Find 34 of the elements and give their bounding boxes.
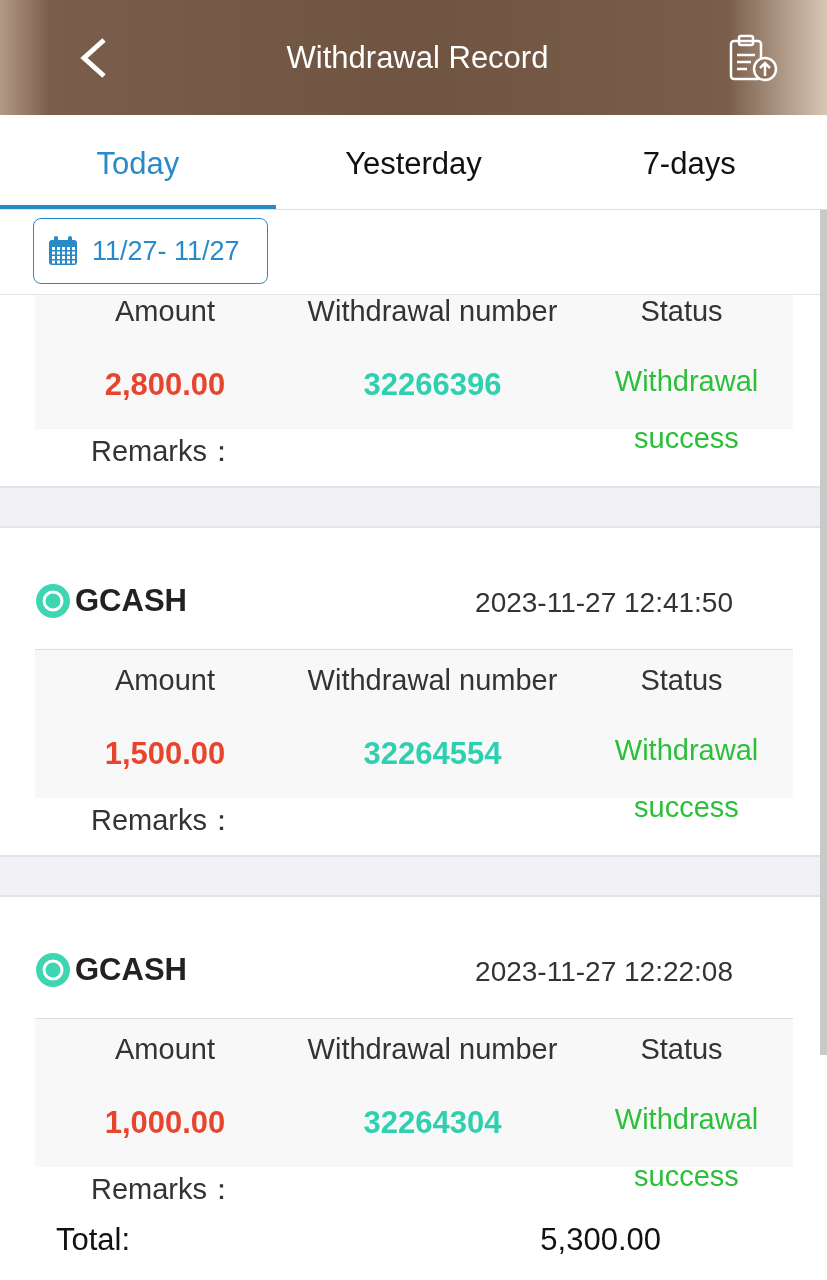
column-header: Status: [639, 662, 724, 698]
status-text: Withdrawal success: [613, 733, 760, 825]
column-header: Amount: [114, 662, 216, 698]
column-header: Status: [639, 293, 724, 329]
total-label: Total:: [56, 1222, 131, 1258]
remarks-label: Remarks：: [91, 804, 236, 836]
record-time: 2023-11-27 12:41:50: [475, 587, 733, 619]
column-header: Withdrawal number: [306, 1031, 559, 1067]
tab[interactable]: Yesterday: [275, 115, 552, 209]
status-text: Withdrawal success: [613, 364, 760, 456]
amount-value: 1,500.00: [103, 735, 227, 773]
payment-method: GCASH: [75, 952, 187, 988]
amount-value: 1,000.00: [103, 1104, 227, 1142]
payment-method: GCASH: [75, 583, 187, 619]
amount-value: 2,800.00: [103, 366, 227, 404]
status-text: Withdrawal success: [613, 1102, 760, 1194]
column-header: Amount: [114, 1031, 216, 1067]
date-range-button[interactable]: 11/27- 11/27: [33, 218, 268, 284]
back-button[interactable]: [78, 35, 108, 80]
column-header: Status: [639, 1031, 724, 1067]
clipboard-upload-icon[interactable]: [727, 32, 779, 83]
column-header: Withdrawal number: [306, 662, 559, 698]
column-header: Amount: [114, 293, 216, 329]
withdrawal-number: 32264554: [362, 735, 503, 773]
remarks-label: Remarks：: [91, 1173, 236, 1205]
page-title: Withdrawal Record: [286, 39, 549, 76]
withdrawal-number: 32264304: [362, 1104, 503, 1142]
withdrawal-number: 32266396: [362, 366, 503, 404]
tab[interactable]: 7-days: [551, 115, 827, 209]
column-header: Withdrawal number: [306, 293, 559, 329]
total-value: 5,300.00: [540, 1222, 661, 1258]
record-time: 2023-11-27 12:22:08: [475, 956, 733, 988]
calendar-icon: [48, 236, 78, 266]
remarks-label: Remarks：: [91, 435, 236, 467]
